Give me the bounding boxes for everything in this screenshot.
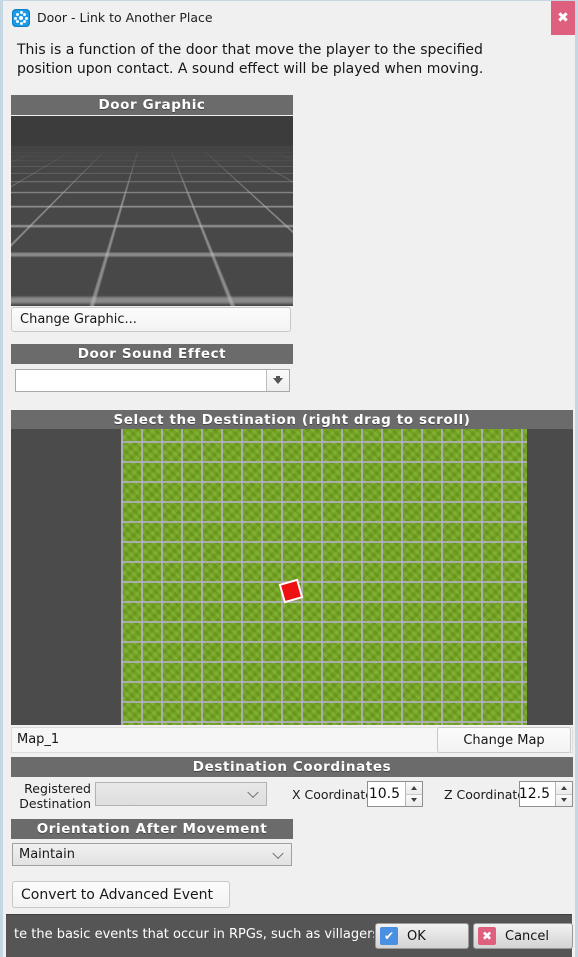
ok-button[interactable]: ✔ OK [375,923,469,949]
chevron-down-icon [247,786,259,799]
chevron-down-icon[interactable] [266,370,289,391]
door-sound-effect-header: Door Sound Effect [11,344,293,364]
select-destination-header: Select the Destination (right drag to sc… [11,410,573,430]
change-graphic-button[interactable]: Change Graphic... [11,307,291,332]
convert-to-advanced-event-button[interactable]: Convert to Advanced Event [12,881,230,908]
x-coordinate-increment[interactable] [405,782,422,795]
z-coordinate-value: 12.5 [518,786,550,802]
z-coordinate-decrement[interactable] [555,794,572,806]
app-icon [12,9,30,27]
registered-destination-label-line1: Registered [24,781,91,796]
close-x-icon: ✖ [478,927,496,945]
registered-destination-label: Registered Destination [11,781,91,811]
change-map-button[interactable]: Change Map [437,727,571,753]
bottom-bar: te the basic events that occur in RPGs, … [6,914,573,957]
z-coordinate-stepper[interactable]: 12.5 [519,781,573,807]
window-title: Door - Link to Another Place [37,10,213,25]
door-graphic-preview[interactable] [11,116,293,306]
orientation-value: Maintain [19,847,75,862]
orientation-header: Orientation After Movement [11,819,293,839]
door-graphic-header: Door Graphic [11,95,293,115]
checkmark-icon: ✔ [380,927,398,945]
z-coordinate-increment[interactable] [555,782,572,795]
destination-map[interactable] [11,429,573,725]
door-link-dialog: Door - Link to Another Place ✖ This is a… [0,0,578,957]
cancel-button-label: Cancel [505,928,550,944]
orientation-combo[interactable]: Maintain [12,843,292,866]
destination-coordinates-header: Destination Coordinates [11,757,573,777]
bottom-hint-text: te the basic events that occur in RPGs, … [14,927,374,942]
cancel-button[interactable]: ✖ Cancel [473,923,573,949]
x-coordinate-label: X Coordinate [291,787,373,802]
x-coordinate-value: 10.5 [368,786,400,802]
chevron-down-icon [272,847,284,859]
x-coordinate-decrement[interactable] [405,794,422,806]
ok-button-label: OK [407,928,426,944]
registered-destination-combo[interactable] [95,782,267,806]
x-coordinate-stepper[interactable]: 10.5 [367,781,423,807]
title-bar: Door - Link to Another Place ✖ [3,1,575,35]
description-text: This is a function of the door that move… [17,42,484,77]
close-icon[interactable]: ✖ [551,1,575,35]
registered-destination-label-line2: Destination [19,796,91,811]
z-coordinate-label: Z Coordinate [443,787,525,802]
map-name-label: Map_1 [17,732,60,747]
preview-horizon-fade [11,146,293,198]
map-grid [121,429,527,725]
door-sound-effect-combo[interactable] [15,369,290,392]
